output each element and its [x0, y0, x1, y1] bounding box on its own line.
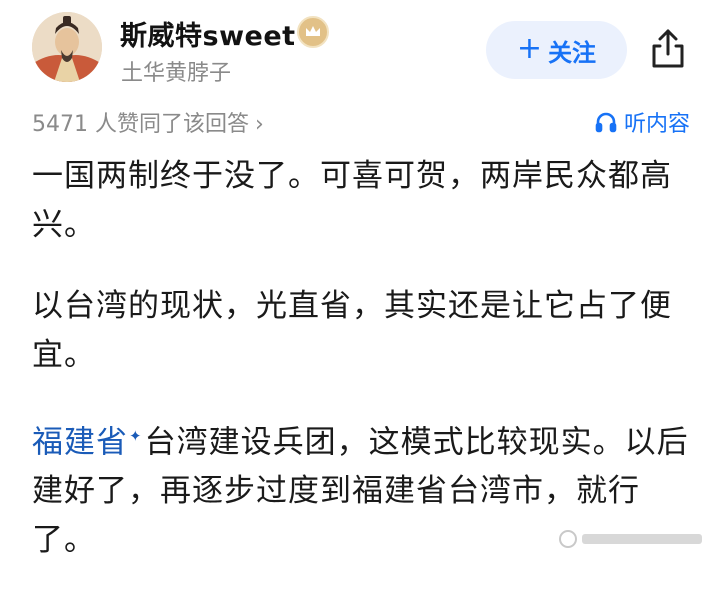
answer-paragraph: 以台湾的现状，光直省，其实还是让它占了便宜。	[32, 288, 672, 373]
author-subtitle: 土华黄脖子	[121, 61, 232, 86]
listen-button[interactable]: 听内容	[594, 106, 690, 138]
answer-header: 斯威特sweet 土华黄脖子 + 关注	[0, 0, 720, 100]
follow-button[interactable]: + 关注	[486, 21, 627, 79]
answer-paragraph: 一国两制终于没了。可喜可贺，两岸民众都高兴。	[32, 158, 672, 243]
upvote-count-link[interactable]: 5471 人赞同了该回答 ›	[32, 106, 264, 138]
avatar-image	[32, 12, 102, 82]
author-name[interactable]: 斯威特sweet	[120, 14, 296, 53]
upvote-text: 5471 人赞同了该回答	[32, 112, 249, 137]
meta-row: 5471 人赞同了该回答 › 听内容	[0, 104, 720, 140]
avatar[interactable]	[32, 12, 102, 82]
plus-icon: +	[516, 30, 543, 66]
headphones-icon	[595, 112, 617, 133]
watermark-logo-icon	[559, 530, 702, 548]
sparkle-icon: ✦	[129, 427, 143, 445]
follow-label: 关注	[548, 38, 597, 67]
search-term-link[interactable]: 福建省	[32, 424, 128, 460]
listen-label: 听内容	[623, 112, 690, 137]
watermark	[558, 529, 708, 553]
share-icon[interactable]	[648, 26, 688, 70]
crown-badge-icon	[297, 16, 329, 48]
chevron-right-icon: ›	[254, 112, 264, 137]
